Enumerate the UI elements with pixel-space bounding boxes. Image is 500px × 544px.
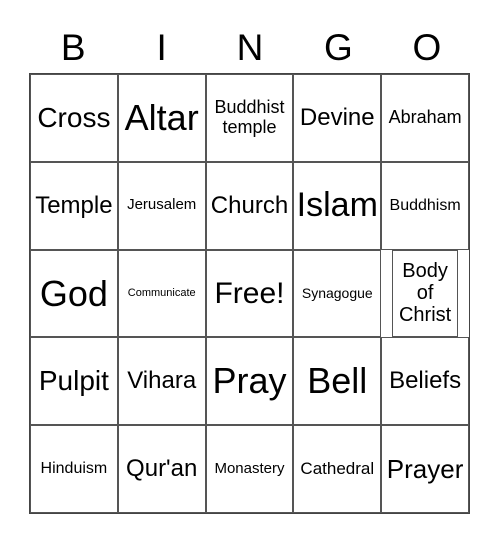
bingo-cell[interactable]: Islam	[293, 161, 382, 250]
header-letter-g: G	[324, 27, 353, 68]
bingo-cell[interactable]: Buddhist temple	[205, 74, 294, 162]
bingo-cell[interactable]: Synagogue	[293, 249, 382, 338]
bingo-cell[interactable]: Qur'an	[117, 425, 206, 513]
bingo-cell[interactable]: Beliefs	[381, 337, 469, 426]
bingo-cell[interactable]: Temple	[30, 161, 118, 250]
bingo-cell[interactable]: Hinduism	[30, 425, 118, 513]
bingo-cell[interactable]: Buddhism	[381, 161, 469, 250]
bingo-cell[interactable]: Jerusalem	[117, 161, 206, 250]
header-letter-o: O	[412, 27, 442, 68]
header-letter-i: I	[156, 27, 167, 68]
bingo-cell[interactable]: God	[30, 249, 118, 338]
bingo-cell[interactable]: Altar	[117, 74, 206, 162]
bingo-cell[interactable]: Monastery	[205, 425, 294, 513]
bingo-cell[interactable]: Abraham	[381, 74, 469, 162]
bingo-cell[interactable]: Vihara	[117, 337, 206, 426]
bingo-header: B I N G O	[29, 26, 471, 70]
bingo-cell[interactable]: Free!	[205, 249, 294, 338]
bingo-cell[interactable]: Cathedral	[293, 425, 382, 513]
bingo-cell[interactable]: Devine	[293, 74, 382, 162]
bingo-cell[interactable]: Communicate	[117, 249, 206, 338]
bingo-cell[interactable]: Prayer	[381, 425, 469, 513]
bingo-grid: Cross Altar Buddhist temple Devine Abraham Te…	[29, 73, 470, 514]
header-letter-n: N	[236, 27, 264, 68]
bingo-cell[interactable]: Bell	[293, 337, 382, 426]
bingo-cell[interactable]: Pulpit	[30, 337, 118, 426]
header-letter-b: B	[60, 27, 86, 68]
bingo-cell[interactable]: Pray	[205, 337, 294, 426]
bingo-cell[interactable]: Cross	[30, 74, 118, 162]
bingo-cell[interactable]: Body of Christ	[392, 249, 459, 338]
bingo-cell[interactable]: Church	[205, 161, 294, 250]
